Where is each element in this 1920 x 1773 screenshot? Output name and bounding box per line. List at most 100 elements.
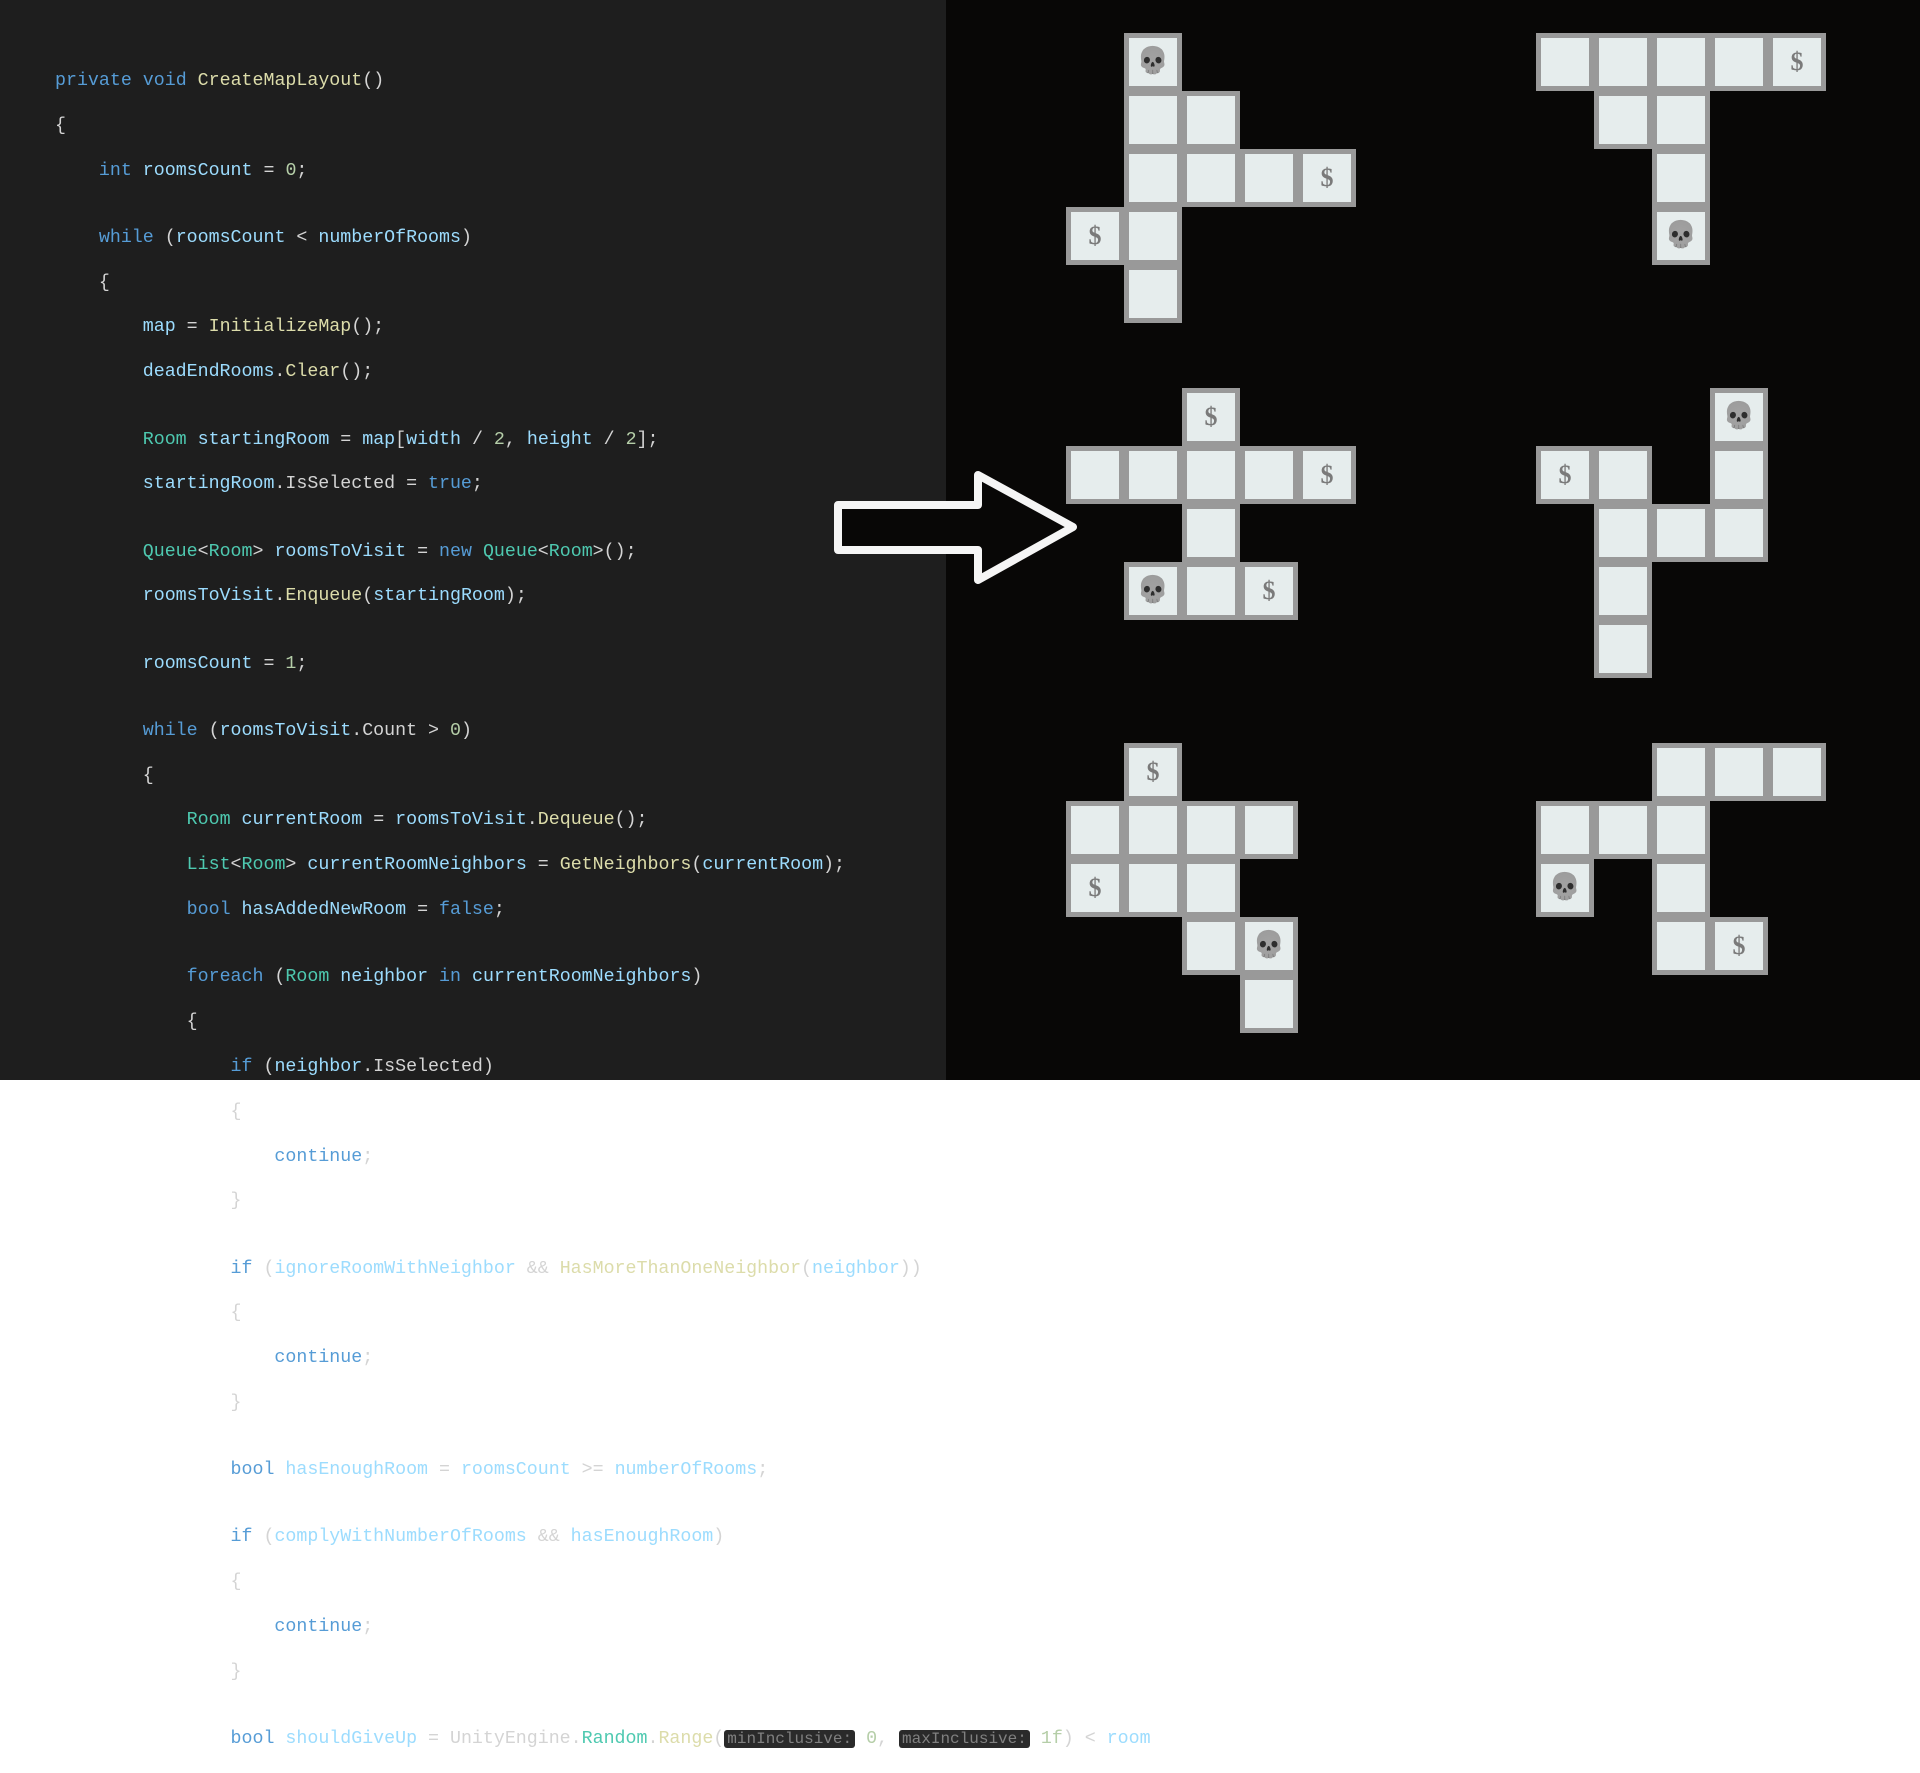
dungeon-room <box>1652 504 1710 562</box>
dungeon-room <box>1652 801 1710 859</box>
skull-icon: 💀 <box>1253 933 1285 959</box>
dungeon-room <box>1710 743 1768 801</box>
dungeon-room: $ <box>1298 446 1356 504</box>
dungeon-room <box>1182 504 1240 562</box>
code-line: if (ignoreRoomWithNeighbor && HasMoreTha… <box>55 1258 946 1280</box>
dungeon-room: $ <box>1240 562 1298 620</box>
skull-icon: 💀 <box>1665 223 1697 249</box>
dungeon-room <box>1124 265 1182 323</box>
dungeon-room <box>1652 743 1710 801</box>
code-line: { <box>55 765 946 787</box>
dungeon-layout-2: $💀 <box>1536 33 1920 388</box>
code-line: if (complyWithNumberOfRooms && hasEnough… <box>55 1526 946 1548</box>
dungeon-room: 💀 <box>1710 388 1768 446</box>
code-line: private void CreateMapLayout() <box>55 70 946 92</box>
dungeon-room <box>1124 207 1182 265</box>
dungeon-room <box>1652 33 1710 91</box>
dollar-icon: $ <box>1147 759 1160 785</box>
code-line: continue; <box>55 1616 946 1638</box>
dungeon-room <box>1124 149 1182 207</box>
dungeon-room <box>1182 859 1240 917</box>
code-line: roomsCount = 1; <box>55 653 946 675</box>
code-line: { <box>55 1571 946 1593</box>
dungeon-room: 💀 <box>1240 917 1298 975</box>
dungeon-layout-3: $ $ 💀 $ <box>1066 388 1466 743</box>
dungeon-layout-4: 💀$ <box>1536 388 1920 743</box>
dungeon-room: 💀 <box>1536 859 1594 917</box>
dungeon-room <box>1066 801 1124 859</box>
dollar-icon: $ <box>1791 49 1804 75</box>
code-editor[interactable]: private void CreateMapLayout() { int roo… <box>0 0 946 1080</box>
dungeon-room <box>1124 859 1182 917</box>
dungeon-room <box>1124 801 1182 859</box>
dungeon-room <box>1240 149 1298 207</box>
dungeon-room <box>1594 562 1652 620</box>
dungeon-room <box>1652 149 1710 207</box>
dungeon-room <box>1124 446 1182 504</box>
dungeon-room <box>1182 801 1240 859</box>
code-line: } <box>55 1392 946 1414</box>
dungeon-layout-5: $ $ 💀 <box>1066 743 1466 1098</box>
dungeon-room <box>1710 504 1768 562</box>
dollar-icon: $ <box>1321 165 1334 191</box>
skull-icon: 💀 <box>1137 49 1169 75</box>
dungeon-room <box>1182 917 1240 975</box>
dungeon-room <box>1182 149 1240 207</box>
dungeon-layout-6: 💀$ <box>1536 743 1920 1098</box>
code-line: int roomsCount = 0; <box>55 160 946 182</box>
dungeon-room <box>1594 620 1652 678</box>
code-line: roomsToVisit.Enqueue(startingRoom); <box>55 585 946 607</box>
code-line: Room startingRoom = map[width / 2, heigh… <box>55 429 946 451</box>
dollar-icon: $ <box>1733 933 1746 959</box>
dungeon-room <box>1710 446 1768 504</box>
dungeon-room <box>1594 33 1652 91</box>
skull-icon: 💀 <box>1137 578 1169 604</box>
code-line: continue; <box>55 1146 946 1168</box>
code-line: List<Room> currentRoomNeighbors = GetNei… <box>55 854 946 876</box>
code-line: continue; <box>55 1347 946 1369</box>
dungeon-room <box>1536 801 1594 859</box>
dungeon-layout-1: 💀 $ $ <box>1066 33 1466 388</box>
code-line: Room currentRoom = roomsToVisit.Dequeue(… <box>55 809 946 831</box>
code-line: startingRoom.IsSelected = true; <box>55 473 946 495</box>
dungeon-room: 💀 <box>1652 207 1710 265</box>
code-line: if (neighbor.IsSelected) <box>55 1056 946 1078</box>
dollar-icon: $ <box>1263 578 1276 604</box>
dungeon-room: $ <box>1066 859 1124 917</box>
code-line: bool shouldGiveUp = UnityEngine.Random.R… <box>55 1728 946 1750</box>
code-line: } <box>55 1661 946 1683</box>
dollar-icon: $ <box>1205 404 1218 430</box>
dungeon-room: $ <box>1536 446 1594 504</box>
dungeon-room <box>1652 859 1710 917</box>
code-line: { <box>55 1101 946 1123</box>
dollar-icon: $ <box>1559 462 1572 488</box>
dungeon-room <box>1182 562 1240 620</box>
skull-icon: 💀 <box>1723 404 1755 430</box>
dungeon-room <box>1182 91 1240 149</box>
code-line: Queue<Room> roomsToVisit = new Queue<Roo… <box>55 541 946 563</box>
dungeon-room <box>1536 33 1594 91</box>
dungeon-room <box>1124 91 1182 149</box>
dungeon-room: 💀 <box>1124 562 1182 620</box>
code-line: while (roomsToVisit.Count > 0) <box>55 720 946 742</box>
dungeon-room: 💀 <box>1124 33 1182 91</box>
code-line: deadEndRooms.Clear(); <box>55 361 946 383</box>
code-line: map = InitializeMap(); <box>55 316 946 338</box>
code-line: { <box>55 115 946 137</box>
dungeon-room <box>1182 446 1240 504</box>
arrow-icon <box>828 470 1078 590</box>
dungeon-room <box>1240 801 1298 859</box>
dungeon-room <box>1652 91 1710 149</box>
dollar-icon: $ <box>1321 462 1334 488</box>
code-line: { <box>55 1302 946 1324</box>
dungeon-room <box>1710 33 1768 91</box>
dungeon-room: $ <box>1066 207 1124 265</box>
dungeon-room <box>1594 801 1652 859</box>
dungeon-room: $ <box>1768 33 1826 91</box>
dungeon-output-panel: 💀$$$💀$$💀$💀$$$💀💀$ <box>946 0 1920 1080</box>
dungeon-room: $ <box>1124 743 1182 801</box>
code-line: bool hasEnoughRoom = roomsCount >= numbe… <box>55 1459 946 1481</box>
skull-icon: 💀 <box>1549 875 1581 901</box>
dungeon-room <box>1594 91 1652 149</box>
dungeon-room: $ <box>1298 149 1356 207</box>
